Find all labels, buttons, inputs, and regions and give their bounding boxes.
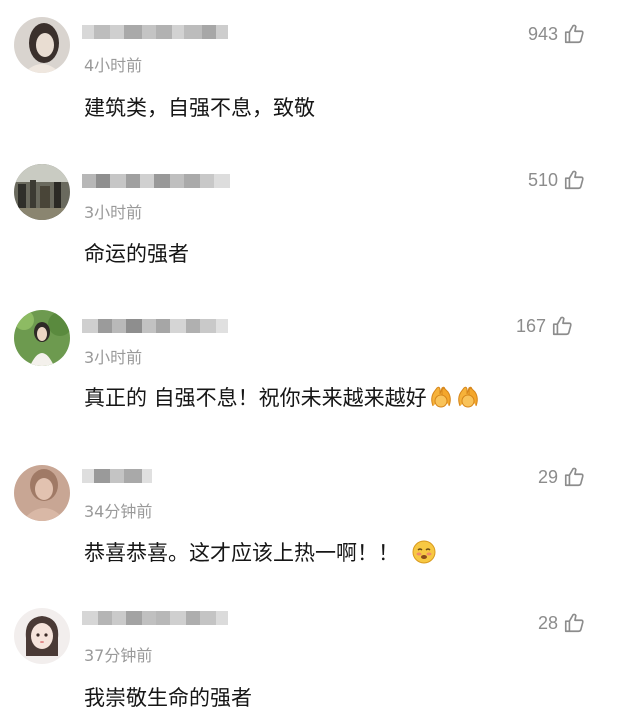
comment-text: 我崇敬生命的强者 (84, 686, 252, 710)
thumbs-up-icon (563, 612, 585, 634)
comment-text: 真正的 自强不息！祝你未来越来越好 (84, 382, 481, 412)
comment-text: 命运的强者 (84, 242, 189, 266)
comment-item: 37分钟前 28 我崇敬生命的强者 (0, 586, 629, 726)
clapping-emoji (455, 384, 481, 410)
like-count: 167 (515, 315, 546, 336)
avatar[interactable] (14, 17, 70, 73)
username-blurred[interactable] (82, 316, 228, 336)
like-button[interactable]: 943 (528, 23, 585, 45)
like-count: 28 (537, 612, 558, 633)
username-blurred[interactable] (82, 171, 230, 191)
username-blurred[interactable] (82, 22, 228, 42)
avatar[interactable] (14, 465, 70, 521)
comment-time: 37分钟前 (84, 646, 153, 665)
thumbs-up-icon (563, 169, 585, 191)
thumbs-up-icon (563, 466, 585, 488)
comment-text: 恭喜恭喜。这才应该上热一啊！！ (84, 537, 437, 567)
comment-time: 34分钟前 (84, 502, 153, 521)
like-count: 29 (537, 466, 558, 487)
like-count: 510 (527, 169, 558, 190)
comment-time: 4小时前 (84, 56, 143, 75)
like-button[interactable]: 510 (528, 169, 585, 191)
like-button[interactable]: 167 (516, 315, 573, 337)
clapping-emoji (428, 384, 454, 410)
like-count: 943 (527, 23, 558, 44)
comment-text: 建筑类，自强不息，致敬 (84, 96, 315, 120)
like-button[interactable]: 28 (538, 612, 585, 634)
username-blurred[interactable] (82, 466, 152, 486)
thumbs-up-icon (551, 315, 573, 337)
avatar[interactable] (14, 310, 70, 366)
comment-item: 34分钟前 29 恭喜恭喜。这才应该上热一啊！！ (0, 438, 629, 586)
comment-item: 4小时前 943 建筑类，自强不息，致敬 (0, 0, 629, 146)
comment-item: 3小时前 167 真正的 自强不息！祝你未来越来越好 (0, 292, 629, 438)
thumbs-up-icon (563, 23, 585, 45)
comment-time: 3小时前 (84, 348, 143, 367)
avatar[interactable] (14, 608, 70, 664)
like-button[interactable]: 29 (538, 466, 585, 488)
avatar[interactable] (14, 164, 70, 220)
blushing-emoji (411, 539, 437, 565)
username-blurred[interactable] (82, 608, 228, 628)
comment-item: 3小时前 510 命运的强者 (0, 146, 629, 292)
comment-time: 3小时前 (84, 203, 143, 222)
